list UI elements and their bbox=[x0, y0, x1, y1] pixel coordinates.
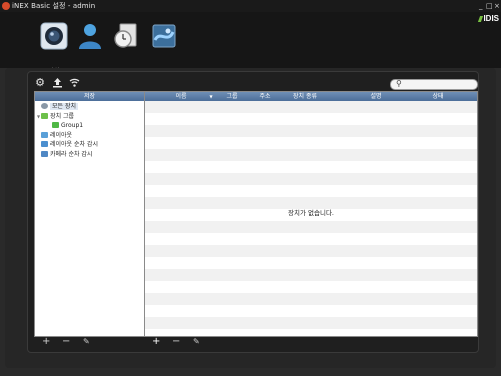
add-group-button[interactable]: + bbox=[42, 336, 50, 348]
table-row bbox=[145, 269, 477, 281]
map-tool-button[interactable] bbox=[150, 22, 178, 50]
table-row bbox=[145, 317, 477, 329]
table-row bbox=[145, 125, 477, 137]
brand-logo: IDIS bbox=[478, 14, 499, 23]
gear-icon[interactable]: ⚙ bbox=[34, 77, 46, 89]
schedule-tool-button[interactable] bbox=[112, 22, 140, 50]
map-icon bbox=[152, 24, 176, 48]
column-group[interactable]: 그룹 bbox=[217, 92, 247, 101]
tree-item-group1[interactable]: Group1 bbox=[35, 121, 144, 131]
tree-item-camera-sequence[interactable]: 카메라 순차 감시 bbox=[35, 150, 144, 160]
table-row bbox=[145, 161, 477, 173]
list-footer: + − ✎ bbox=[150, 336, 230, 348]
sort-icon: ▼ bbox=[209, 94, 213, 99]
upload-icon[interactable] bbox=[51, 77, 63, 89]
main-toolbar: 장치 bbox=[0, 12, 501, 75]
table-row bbox=[145, 149, 477, 161]
title-bar: iNEX Basic 설정 - admin _ □ × bbox=[0, 0, 501, 12]
table-row bbox=[145, 245, 477, 257]
minimize-button[interactable]: _ bbox=[479, 0, 483, 12]
edit-device-button[interactable]: ✎ bbox=[193, 336, 200, 348]
tree-item-layout-sequence[interactable]: 레이아웃 순차 감시 bbox=[35, 140, 144, 150]
column-name[interactable]: 이름 bbox=[163, 92, 199, 101]
camera-sequence-icon bbox=[41, 150, 48, 157]
camera-icon bbox=[40, 22, 68, 50]
edit-group-button[interactable]: ✎ bbox=[83, 336, 90, 348]
maximize-button[interactable]: □ bbox=[486, 0, 493, 12]
table-row bbox=[145, 113, 477, 125]
user-tool-button[interactable] bbox=[76, 22, 104, 50]
group-icon bbox=[52, 122, 59, 128]
add-device-button[interactable]: + bbox=[152, 336, 160, 348]
table-row bbox=[145, 293, 477, 305]
table-row bbox=[145, 173, 477, 185]
table-row bbox=[145, 233, 477, 245]
table-row bbox=[145, 257, 477, 269]
search-input[interactable]: ⚲ bbox=[390, 79, 478, 90]
column-address[interactable]: 주소 bbox=[251, 92, 279, 101]
table-row bbox=[145, 185, 477, 197]
close-button[interactable]: × bbox=[494, 0, 500, 12]
tree-footer: + − ✎ bbox=[34, 336, 143, 348]
app-icon bbox=[2, 2, 10, 10]
remove-group-button[interactable]: − bbox=[62, 336, 70, 348]
window-title: iNEX Basic 설정 - admin bbox=[12, 2, 96, 10]
device-list-panel: 이름 ▼ 그룹 주소 장치 종류 설명 상태 장치가 없습니다. bbox=[144, 91, 478, 337]
device-tree-panel: 저장 모든 장치 ▼ 장치 그룹 Group1 레이아웃 레이아웃 순차 감시 카… bbox=[34, 91, 145, 337]
table-row bbox=[145, 137, 477, 149]
tree-item-layout[interactable]: 레이아웃 bbox=[35, 131, 144, 141]
layout-sequence-icon bbox=[41, 141, 48, 147]
table-row bbox=[145, 101, 477, 113]
column-device-type[interactable]: 장치 종류 bbox=[285, 92, 325, 101]
layout-icon bbox=[41, 131, 48, 138]
search-icon: ⚲ bbox=[396, 79, 402, 88]
table-row bbox=[145, 281, 477, 293]
expander-icon[interactable]: ▼ bbox=[37, 114, 40, 119]
device-list-header: 이름 ▼ 그룹 주소 장치 종류 설명 상태 bbox=[145, 92, 477, 101]
user-icon bbox=[79, 24, 101, 49]
table-row bbox=[145, 305, 477, 317]
table-row bbox=[145, 221, 477, 233]
column-description[interactable]: 설명 bbox=[359, 92, 393, 101]
tree-item-device-group[interactable]: ▼ 장치 그룹 bbox=[35, 112, 144, 122]
column-status[interactable]: 상태 bbox=[418, 92, 458, 101]
wifi-icon[interactable] bbox=[68, 77, 80, 89]
tree-header: 저장 bbox=[35, 92, 144, 101]
folder-group-icon bbox=[41, 112, 49, 119]
tree-item-all-devices[interactable]: 모든 장치 bbox=[35, 102, 144, 112]
device-list-rows bbox=[145, 101, 477, 336]
device-tool-button[interactable] bbox=[40, 22, 68, 50]
empty-message: 장치가 없습니다. bbox=[288, 209, 334, 217]
remove-device-button[interactable]: − bbox=[172, 336, 180, 348]
clock-document-icon bbox=[114, 23, 137, 48]
devices-icon bbox=[41, 103, 48, 109]
